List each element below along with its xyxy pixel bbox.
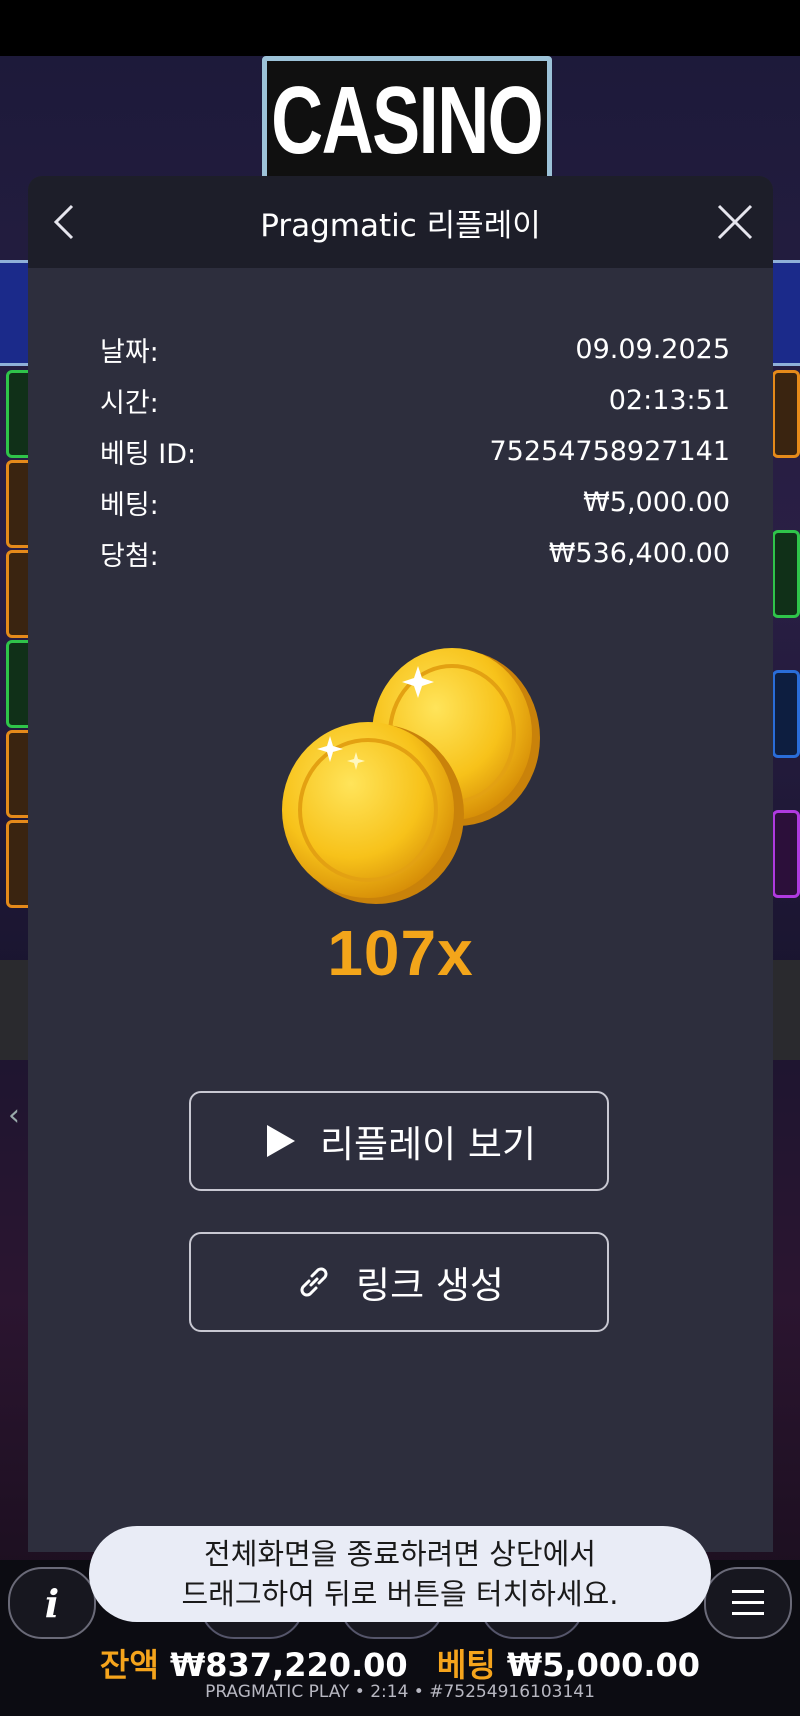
create-link-label: 링크 생성 <box>356 1264 504 1307</box>
play-icon <box>266 1125 295 1157</box>
link-icon <box>300 1267 328 1297</box>
casino-sign-text: CASINO <box>271 67 544 174</box>
win-label: 당첨: <box>100 541 159 572</box>
bet-amount-label: 베팅 <box>436 1646 496 1684</box>
bet-info-list: 날짜: 09.09.2025 시간: 02:13:51 베팅 ID: 75254… <box>100 324 730 579</box>
win-multiplier: 107x <box>327 917 474 989</box>
balance-label: 잔액 <box>99 1646 159 1684</box>
balance-bar: 잔액 ₩837,220.00 베팅 ₩5,000.00 <box>0 1640 800 1686</box>
balance-value: ₩837,220.00 <box>169 1646 408 1684</box>
info-row-time: 시간: 02:13:51 <box>100 375 730 426</box>
casino-sign: CASINO <box>262 56 552 186</box>
bet-id-value: 75254758927141 <box>489 436 731 467</box>
replay-modal: Pragmatic 리플레이 날짜: 09.09.2025 시간: 02:13:… <box>28 176 773 1552</box>
create-link-button[interactable]: 링크 생성 <box>189 1232 609 1332</box>
chevron-left-icon: ‹ <box>8 1098 20 1133</box>
gold-coins-icon <box>282 648 540 904</box>
toast-line-2: 드래그하여 뒤로 버튼을 터치하세요. <box>181 1577 619 1611</box>
win-value: ₩536,400.00 <box>548 538 730 569</box>
info-row-date: 날짜: 09.09.2025 <box>100 324 730 375</box>
reel-column-left <box>0 370 34 960</box>
info-row-bet: 베팅: ₩5,000.00 <box>100 477 730 528</box>
time-value: 02:13:51 <box>608 385 730 416</box>
bet-id-label: 베팅 ID: <box>100 439 197 470</box>
chevron-left-icon <box>53 204 74 240</box>
reel-column-right <box>770 370 800 960</box>
bet-value: ₩5,000.00 <box>583 487 730 518</box>
info-row-win: 당첨: ₩536,400.00 <box>100 528 730 579</box>
bet-label: 베팅: <box>100 490 159 521</box>
fullscreen-exit-toast: 전체화면을 종료하려면 상단에서 드래그하여 뒤로 버튼을 터치하세요. <box>89 1526 711 1622</box>
modal-title: Pragmatic 리플레이 <box>260 207 541 244</box>
info-button[interactable]: i <box>8 1567 96 1639</box>
toast-line-1: 전체화면을 종료하려면 상단에서 <box>204 1537 596 1571</box>
date-value: 09.09.2025 <box>575 334 730 365</box>
info-icon: i <box>44 1580 60 1626</box>
time-label: 시간: <box>100 388 159 419</box>
modal-header: Pragmatic 리플레이 <box>28 176 773 268</box>
footer-info: PRAGMATIC PLAY • 2:14 • #75254916103141 <box>205 1682 595 1702</box>
status-bar <box>0 0 800 56</box>
hamburger-menu-icon <box>732 1590 764 1615</box>
close-button[interactable] <box>711 198 759 246</box>
date-label: 날짜: <box>100 337 159 368</box>
watch-replay-button[interactable]: 리플레이 보기 <box>189 1091 609 1191</box>
menu-button[interactable] <box>704 1567 792 1639</box>
back-button[interactable] <box>42 198 90 246</box>
bet-amount-value: ₩5,000.00 <box>506 1646 701 1684</box>
watch-replay-label: 리플레이 보기 <box>319 1123 536 1166</box>
info-row-bet-id: 베팅 ID: 75254758927141 <box>100 426 730 477</box>
close-icon <box>717 204 753 240</box>
